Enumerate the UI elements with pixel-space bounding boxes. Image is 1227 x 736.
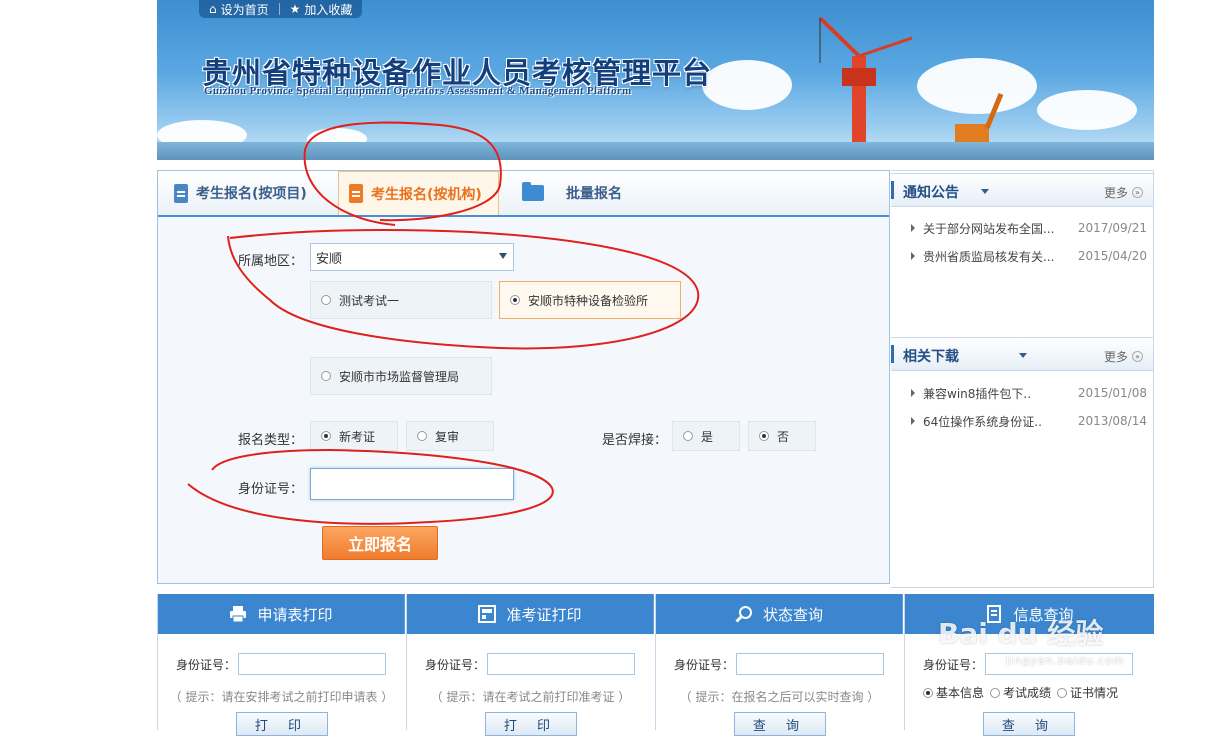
chevron-down-icon[interactable] <box>1019 353 1027 358</box>
panel-header: 准考证打印 <box>407 594 654 634</box>
chevron-down-icon <box>499 253 507 259</box>
caret-right-icon <box>911 252 915 260</box>
registration-panel: 考生报名(按项目) 考生报名(按机构) 批量报名 所属地区： 安顺 测试考试一 … <box>157 170 890 584</box>
radio-button[interactable] <box>923 687 933 698</box>
radio-button[interactable] <box>990 687 1001 698</box>
id-row: 身份证号： <box>176 653 387 675</box>
radio-certificate[interactable]: 证书情况 <box>1057 684 1118 701</box>
register-now-button[interactable]: 立即报名 <box>322 526 438 560</box>
weld-label: 是否焊接： <box>602 433 668 448</box>
downloads-header: 相关下载 更多 » <box>891 337 1153 371</box>
type-label: 报名类型： <box>238 433 304 448</box>
region-select[interactable]: 安顺 <box>310 243 514 271</box>
weld-option-yes[interactable]: 是 <box>672 421 740 451</box>
status-id-input[interactable] <box>736 653 885 675</box>
chevron-down-icon[interactable] <box>981 189 989 194</box>
site-subtitle: Guizhou Province Special Equipment Opera… <box>204 85 632 97</box>
radio-basic-info[interactable]: 基本信息 <box>923 684 984 701</box>
hint-text: （ 提示：在报名之后可以实时查询 ） <box>679 690 880 704</box>
downloads-more-link[interactable]: 更多 » <box>1104 348 1143 365</box>
admission-id-input[interactable] <box>487 653 636 675</box>
id-row: 身份证号： <box>923 653 1134 675</box>
caret-right-icon <box>911 417 915 425</box>
printer-icon <box>230 606 247 623</box>
document-icon <box>349 184 363 203</box>
divider <box>278 3 280 15</box>
accent-bar <box>891 345 894 363</box>
info-query-panel: 信息查询 身份证号： 基本信息 考试成绩 证书情况 查 询 <box>904 594 1154 736</box>
list-icon <box>987 605 1002 623</box>
type-option-review[interactable]: 复审 <box>406 421 494 451</box>
top-links-bar: ⌂ 设为首页 ★ 加入收藏 <box>199 0 363 18</box>
institution-option[interactable]: 测试考试一 <box>310 281 492 319</box>
notices-more-link[interactable]: 更多 » <box>1104 184 1143 201</box>
site-banner: ⌂ 设为首页 ★ 加入收藏 贵州省特种设备作业人员考核管理平台 Guizhou … <box>157 0 1154 160</box>
id-row: 身份证号： <box>674 653 885 675</box>
radio-button[interactable] <box>321 431 331 441</box>
add-favorite-link[interactable]: ★ 加入收藏 <box>290 1 353 18</box>
radio-button[interactable] <box>1057 687 1068 698</box>
hint-text: （ 提示：请在考试之前打印准考证 ） <box>430 690 631 704</box>
chevron-right-icon: » <box>1132 351 1143 362</box>
search-icon <box>735 606 752 623</box>
id-card-icon <box>478 605 497 623</box>
info-type-radios: 基本信息 考试成绩 证书情况 <box>923 684 1118 701</box>
radio-button[interactable] <box>417 431 427 441</box>
radio-button[interactable] <box>510 295 520 305</box>
print-admission-panel: 准考证打印 身份证号： （ 提示：请在考试之前打印准考证 ） 打 印 <box>406 594 654 736</box>
download-item[interactable]: 兼容win8插件包下.. 2015/01/08 <box>911 383 1147 403</box>
caret-right-icon <box>911 389 915 397</box>
folder-icon <box>522 182 544 201</box>
tab-register-by-project[interactable]: 考生报名(按项目) <box>174 171 307 215</box>
set-homepage-link[interactable]: ⌂ 设为首页 <box>209 1 269 18</box>
status-query-button[interactable]: 查 询 <box>734 712 826 736</box>
sea-strip <box>157 142 1154 160</box>
print-admission-button[interactable]: 打 印 <box>485 712 577 736</box>
registration-tabs: 考生报名(按项目) 考生报名(按机构) 批量报名 <box>158 171 889 217</box>
home-icon: ⌂ <box>209 2 217 16</box>
download-item[interactable]: 64位操作系统身份证.. 2013/08/14 <box>911 411 1147 431</box>
caret-right-icon <box>911 224 915 232</box>
id-label: 身份证号： <box>238 482 304 497</box>
application-id-input[interactable] <box>238 653 387 675</box>
type-option-new[interactable]: 新考证 <box>310 421 398 451</box>
panel-header: 状态查询 <box>656 594 903 634</box>
status-query-panel: 状态查询 身份证号： （ 提示：在报名之后可以实时查询 ） 查 询 <box>655 594 903 736</box>
region-label: 所属地区： <box>238 254 304 269</box>
radio-exam-score[interactable]: 考试成绩 <box>990 684 1051 701</box>
tab-register-by-institution[interactable]: 考生报名(按机构) <box>338 171 499 215</box>
star-icon: ★ <box>289 2 301 16</box>
document-icon <box>174 183 188 203</box>
notice-item[interactable]: 贵州省质监局核发有关... 2015/04/20 <box>911 246 1147 266</box>
chevron-right-icon: » <box>1132 187 1143 198</box>
crane-illustration <box>818 16 913 153</box>
notices-header: 通知公告 更多 » <box>891 173 1153 207</box>
hint-text: （ 提示：请在安排考试之前打印申请表 ） <box>169 690 394 704</box>
print-application-panel: 申请表打印 身份证号： （ 提示：请在安排考试之前打印申请表 ） 打 印 <box>157 594 405 736</box>
id-number-input[interactable] <box>310 468 514 500</box>
radio-button[interactable] <box>759 431 769 441</box>
info-id-input[interactable] <box>985 653 1134 675</box>
institution-option[interactable]: 安顺市特种设备检验所 <box>499 281 681 319</box>
panel-header: 申请表打印 <box>158 594 405 634</box>
accent-bar <box>891 181 894 199</box>
institution-option[interactable]: 安顺市市场监督管理局 <box>310 357 492 395</box>
tab-batch-register[interactable]: 批量报名 <box>522 171 622 215</box>
radio-button[interactable] <box>321 371 331 381</box>
info-query-button[interactable]: 查 询 <box>983 712 1075 736</box>
cloud <box>1037 90 1137 130</box>
sidebar: 通知公告 更多 » 关于部分网站发布全国... 2017/09/21 贵州省质监… <box>891 170 1154 588</box>
radio-button[interactable] <box>321 295 331 305</box>
panel-header: 信息查询 <box>905 594 1154 634</box>
cloud <box>702 60 792 110</box>
print-application-button[interactable]: 打 印 <box>236 712 328 736</box>
weld-option-no[interactable]: 否 <box>748 421 816 451</box>
id-row: 身份证号： <box>425 653 636 675</box>
notice-item[interactable]: 关于部分网站发布全国... 2017/09/21 <box>911 218 1147 238</box>
radio-button[interactable] <box>683 431 693 441</box>
